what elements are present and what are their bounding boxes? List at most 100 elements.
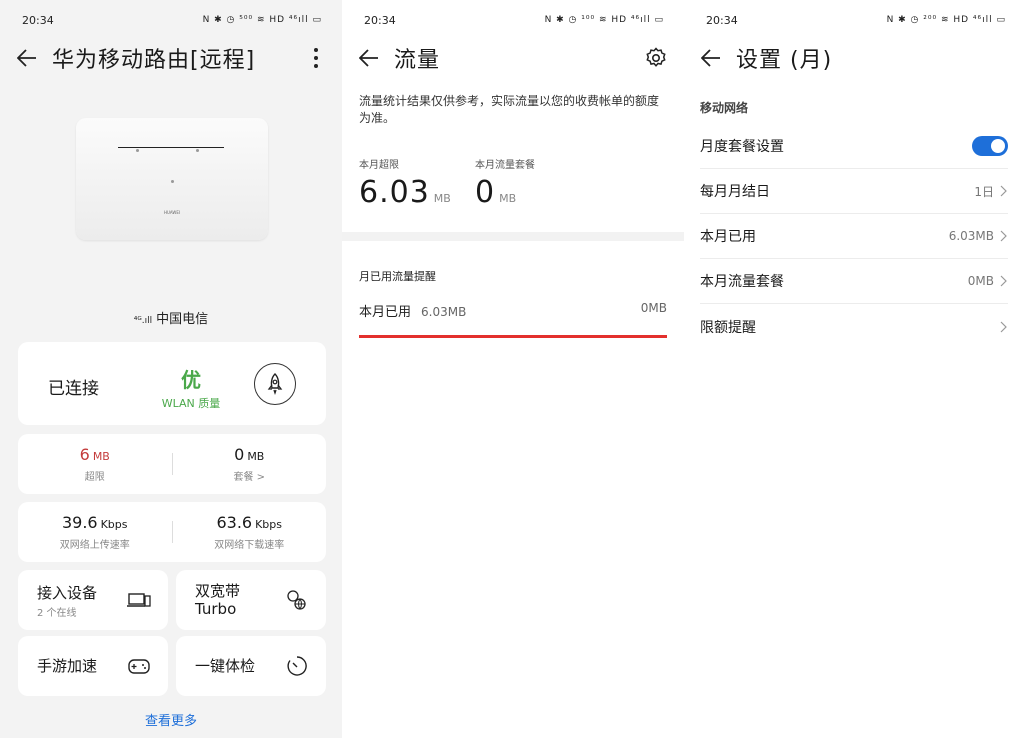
setting-value: 0MB [967, 274, 994, 288]
dual-network-icon [287, 590, 306, 610]
tile-one-click-checkup[interactable]: 一键体检 [176, 636, 326, 696]
tile-dual-band-turbo[interactable]: 双宽带 Turbo [176, 570, 326, 630]
usage-progress-fill [359, 335, 667, 338]
app-header: 设置 (月) [684, 40, 1026, 76]
setting-value: 6.03MB [948, 229, 994, 243]
app-header: 流量 [342, 40, 684, 76]
upload-speed: 39.6 Kbps 双网络上传速率 [18, 513, 172, 551]
carrier-info: ⁴ᴳ.ıll 中国电信 [0, 308, 342, 327]
upload-value: 39.6 [61, 513, 98, 532]
plan-stat[interactable]: 0 MB 套餐 > [173, 445, 327, 483]
over-limit-stat: 6 MB 超限 [18, 445, 172, 483]
plan-value: 0 [475, 175, 496, 210]
connection-card: 已连接 优 WLAN 质量 [18, 342, 326, 425]
chevron-right-icon [1000, 185, 1007, 197]
tile-checkup-title: 一键体检 [195, 657, 256, 675]
more-menu-icon[interactable] [306, 46, 326, 70]
tile-dualband-title-2: Turbo [195, 600, 237, 618]
wlan-quality: 优 WLAN 质量 [136, 364, 246, 411]
router-screen: 20:34 N ✱ ◷ ⁵⁰⁰ ≋ HD ⁴⁶ıll ▭ 华为移动路由[远程] … [0, 0, 342, 738]
see-more-link[interactable]: 查看更多 [0, 710, 342, 729]
over-value: 6.03 [359, 175, 430, 210]
monthly-used-row: 本月已用 6.03MB 0MB [359, 301, 667, 320]
status-bar: 20:34 N ✱ ◷ ⁵⁰⁰ ≋ HD ⁴⁶ıll ▭ [0, 0, 342, 40]
setting-limit-reminder[interactable]: 限额提醒 [700, 304, 1008, 349]
gamepad-icon [128, 659, 150, 674]
usage-progress-bar [359, 335, 667, 338]
signal-icon: ⁴ᴳ.ıll [133, 316, 153, 326]
page-title: 流量 [394, 48, 441, 73]
over-unit: MB [92, 450, 110, 463]
setting-month-used[interactable]: 本月已用 6.03MB [700, 214, 1008, 259]
used-label: 本月已用 [359, 305, 412, 320]
router-device-image: HUAWEI [76, 118, 268, 240]
setting-month-plan[interactable]: 本月流量套餐 0MB [700, 259, 1008, 304]
upload-unit: Kbps [100, 518, 128, 531]
download-value: 63.6 [216, 513, 253, 532]
plan-label: 套餐 > [233, 472, 266, 483]
app-header: 华为移动路由[远程] [0, 40, 342, 76]
used-value: 6.03MB [421, 305, 467, 319]
download-speed: 63.6 Kbps 双网络下载速率 [173, 513, 327, 551]
checkup-timer-icon [287, 656, 307, 676]
setting-billing-day[interactable]: 每月月结日 1日 [700, 169, 1008, 214]
chevron-right-icon [1000, 275, 1007, 287]
status-bar: 20:34 N ✱ ◷ ²⁰⁰ ≋ HD ⁴⁶ıll ▭ [684, 0, 1026, 40]
page-title: 设置 (月) [736, 48, 833, 73]
over-unit: MB [433, 192, 451, 205]
tile-dualband-title-1: 双宽带 [195, 582, 241, 600]
tile-connected-devices[interactable]: 接入设备 2 个在线 [18, 570, 168, 630]
devices-icon [127, 593, 151, 607]
back-arrow-icon[interactable] [700, 47, 722, 69]
reminder-section-title: 月已用流量提醒 [359, 270, 436, 283]
tile-devices-sub: 2 个在线 [37, 608, 77, 619]
download-label: 双网络下载速率 [214, 540, 285, 551]
section-divider [342, 232, 684, 241]
setting-label: 月度套餐设置 [700, 139, 784, 155]
traffic-screen: 20:34 N ✱ ◷ ¹⁰⁰ ≋ HD ⁴⁶ıll ▭ 流量 流量统计结果仅供… [342, 0, 684, 738]
usage-card: 6 MB 超限 0 MB 套餐 > [18, 434, 326, 494]
status-time: 20:34 [22, 13, 54, 27]
quality-label: WLAN 质量 [161, 397, 221, 410]
speedup-rocket-button[interactable] [254, 363, 296, 405]
status-time: 20:34 [364, 13, 396, 27]
carrier-name: 中国电信 [156, 312, 209, 327]
setting-label: 本月流量套餐 [700, 274, 784, 290]
over-value: 6 [79, 445, 90, 464]
plan-label: 本月流量套餐 [475, 160, 535, 171]
settings-screen: 20:34 N ✱ ◷ ²⁰⁰ ≋ HD ⁴⁶ıll ▭ 设置 (月) 移动网络… [684, 0, 1026, 738]
status-time: 20:34 [706, 13, 738, 27]
setting-label: 每月月结日 [700, 184, 770, 200]
over-label: 超限 [84, 472, 105, 483]
setting-value: 1日 [974, 184, 994, 199]
status-bar: 20:34 N ✱ ◷ ¹⁰⁰ ≋ HD ⁴⁶ıll ▭ [342, 0, 684, 40]
chevron-right-icon [1000, 230, 1007, 242]
page-title: 华为移动路由[远程] [52, 48, 256, 73]
gear-icon[interactable] [644, 46, 668, 70]
plan-unit: MB [499, 192, 517, 205]
setting-monthly-plan[interactable]: 月度套餐设置 [700, 124, 1008, 169]
router-brand: HUAWEI [163, 210, 181, 215]
over-label: 本月超限 [359, 160, 399, 171]
monthly-plan-toggle[interactable] [972, 136, 1008, 156]
plan-total: 0MB [640, 301, 667, 315]
tile-game-boost[interactable]: 手游加速 [18, 636, 168, 696]
rocket-icon [267, 373, 283, 396]
back-arrow-icon[interactable] [16, 47, 38, 69]
upload-label: 双网络上传速率 [59, 540, 130, 551]
plan-unit: MB [247, 450, 265, 463]
chevron-right-icon [1000, 321, 1007, 332]
plan-value: 0 [234, 445, 245, 464]
setting-label: 限额提醒 [700, 319, 756, 336]
setting-label: 本月已用 [700, 229, 756, 245]
settings-group-title: 移动网络 [700, 101, 749, 115]
quality-value: 优 [181, 368, 201, 392]
tile-devices-title: 接入设备 [37, 584, 98, 602]
status-icons: N ✱ ◷ ⁵⁰⁰ ≋ HD ⁴⁶ıll ▭ [202, 15, 322, 25]
back-arrow-icon[interactable] [358, 47, 380, 69]
status-icons: N ✱ ◷ ²⁰⁰ ≋ HD ⁴⁶ıll ▭ [886, 15, 1006, 25]
download-unit: Kbps [255, 518, 283, 531]
month-plan: 本月流量套餐 0 MB [475, 156, 535, 210]
tile-game-title: 手游加速 [37, 657, 98, 675]
status-icons: N ✱ ◷ ¹⁰⁰ ≋ HD ⁴⁶ıll ▭ [544, 15, 664, 25]
